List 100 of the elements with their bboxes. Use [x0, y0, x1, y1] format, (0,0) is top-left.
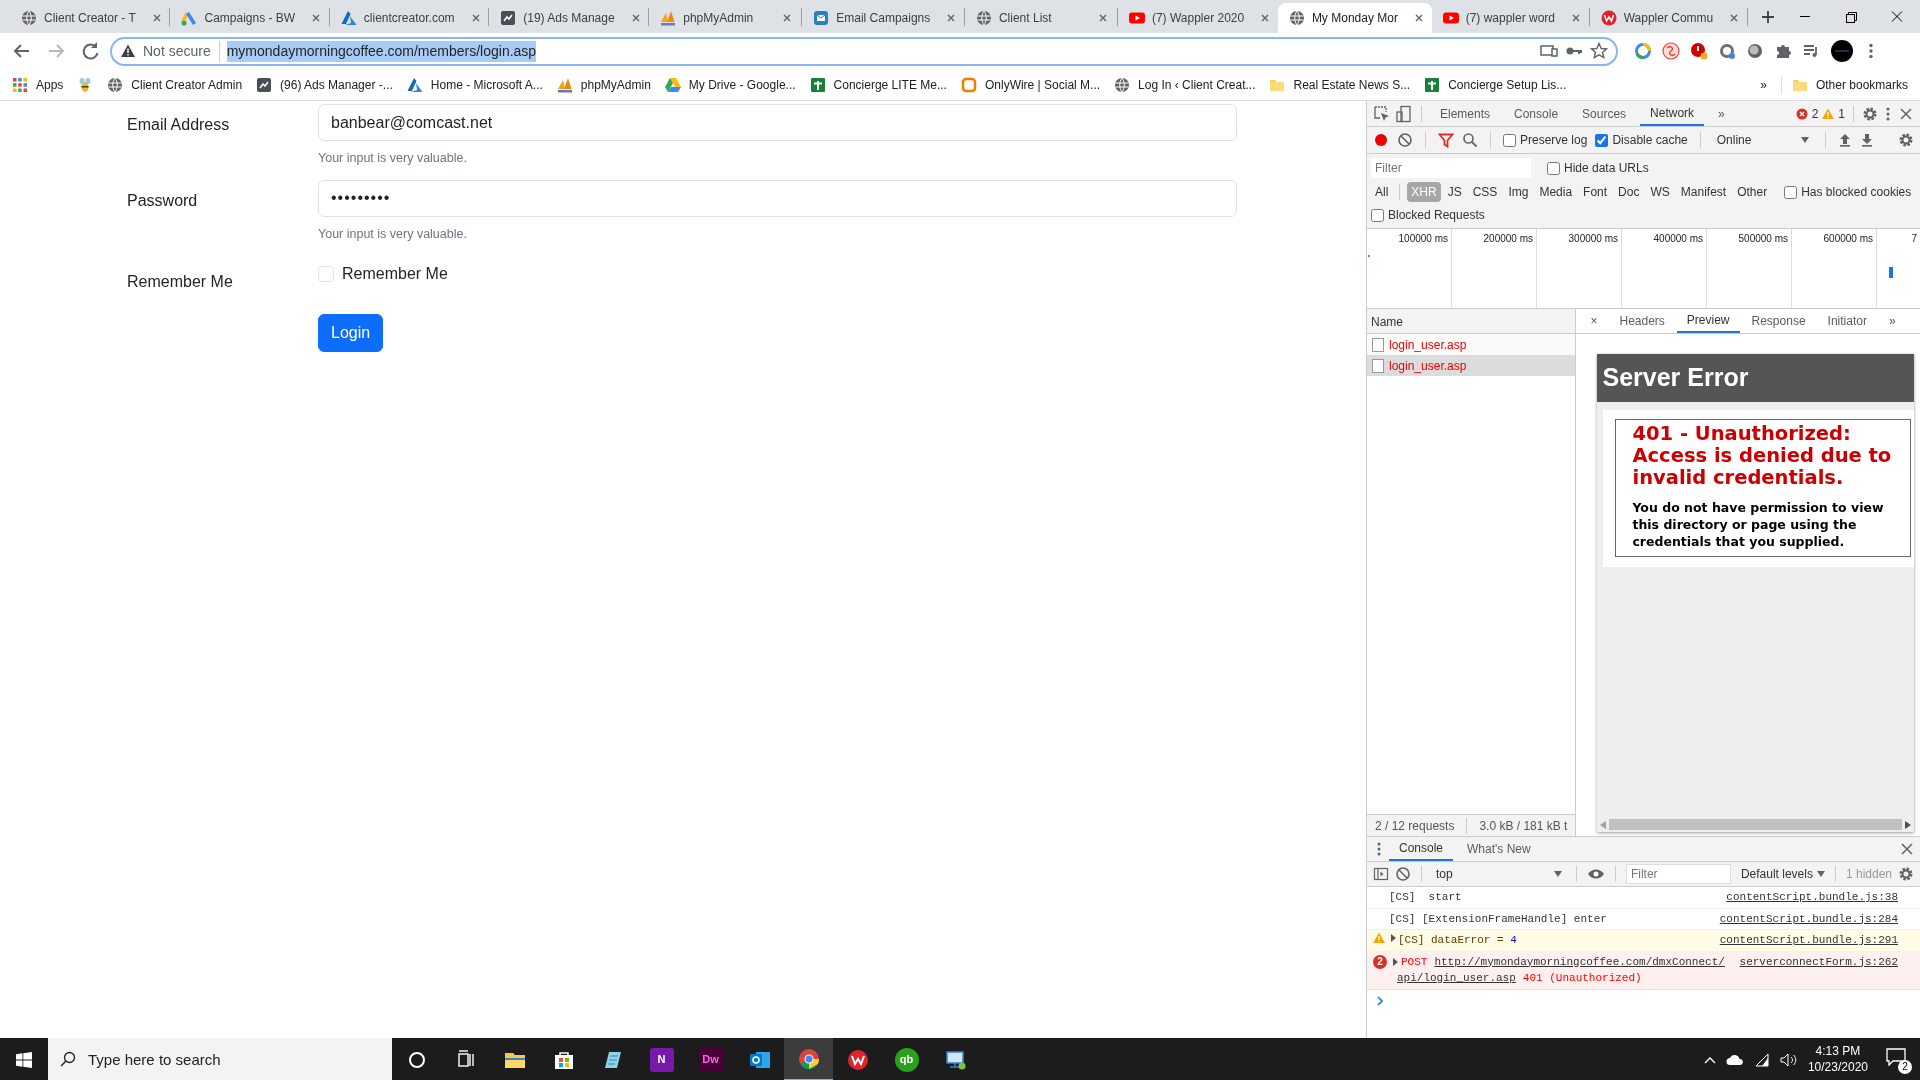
bookmark[interactable]: OnlyWire | Social M...: [960, 75, 1101, 94]
clock-time[interactable]: 4:13 PM: [1807, 1043, 1868, 1060]
scroll-right-icon[interactable]: [1905, 820, 1911, 829]
notification-button[interactable]: 2: [1886, 1047, 1910, 1072]
source-link[interactable]: contentScript.bundle.js:38: [1726, 889, 1898, 906]
more-bookmarks-button[interactable]: »: [1760, 75, 1767, 94]
detail-tab[interactable]: Initiator: [1817, 309, 1877, 333]
browser-tab[interactable]: (19) Ads Manage: [489, 3, 649, 33]
wifi-icon[interactable]: [1753, 1052, 1770, 1067]
bookmark[interactable]: Log In ‹ Client Creat...: [1114, 75, 1256, 94]
browser-tab[interactable]: (7) wappler word: [1431, 3, 1589, 33]
download-icon[interactable]: [1859, 132, 1874, 148]
input-field[interactable]: banbear@comcast.net: [318, 104, 1237, 141]
filter-type-button[interactable]: WS: [1646, 182, 1674, 202]
request-row[interactable]: login_user.asp: [1367, 334, 1576, 355]
filter-type-button[interactable]: All: [1371, 182, 1393, 202]
checkbox[interactable]: [1784, 185, 1798, 199]
settings-icon[interactable]: [1862, 105, 1878, 122]
filter-field[interactable]: Filter: [1625, 864, 1731, 884]
filter-icon[interactable]: [1438, 132, 1454, 148]
filter-type-button[interactable]: Manifest: [1676, 182, 1731, 202]
taskbar-app[interactable]: [784, 1038, 833, 1080]
filter-type-button[interactable]: CSS: [1468, 182, 1502, 202]
browser-tab[interactable]: My Monday Mor: [1277, 3, 1432, 33]
bookmark-folder[interactable]: Other bookmarks: [1780, 75, 1908, 94]
cast-icon[interactable]: [1540, 43, 1558, 59]
puzzle-icon[interactable]: [1774, 42, 1792, 60]
browser-tab[interactable]: Campaigns - BW: [170, 3, 329, 33]
bookmark[interactable]: Apps: [12, 75, 64, 94]
checkbox[interactable]: [1503, 133, 1516, 147]
source-link[interactable]: contentScript.bundle.js:291: [1719, 932, 1898, 949]
bookmark[interactable]: Real Estate News S...: [1269, 75, 1411, 94]
device-icon[interactable]: [1395, 104, 1413, 123]
speaker-icon[interactable]: [1779, 1052, 1798, 1067]
close-button[interactable]: ×: [1580, 309, 1608, 333]
checkbox-label[interactable]: Preserve log: [1520, 131, 1588, 149]
filter-type-button[interactable]: Other: [1733, 182, 1772, 202]
panel-tab[interactable]: Network: [1640, 101, 1705, 126]
checkbox[interactable]: [1371, 208, 1384, 222]
bookmark[interactable]: Home - Microsoft A...: [406, 75, 543, 94]
checkbox-label[interactable]: Hide data URLs: [1564, 159, 1649, 177]
checkbox[interactable]: [1547, 161, 1560, 175]
shield-icon[interactable]: [1690, 42, 1708, 60]
close-icon[interactable]: [1900, 842, 1914, 856]
taskbar-app[interactable]: Dw: [686, 1038, 735, 1080]
filter-type-button[interactable]: JS: [1443, 182, 1466, 202]
filter-type-button[interactable]: Doc: [1614, 182, 1644, 202]
error-count[interactable]: 2: [1811, 104, 1819, 123]
close-icon[interactable]: [1570, 12, 1582, 24]
source-link[interactable]: serverconnectForm.js:262: [1739, 953, 1898, 970]
bookmark[interactable]: Concierge LITE Me...: [809, 75, 947, 94]
throttling-dropdown[interactable]: Online: [1712, 131, 1813, 149]
expand-triangle-icon[interactable]: [1391, 934, 1396, 942]
checkbox-label[interactable]: Blocked Requests: [1388, 206, 1485, 224]
bookmark[interactable]: Client Creator Admin: [107, 75, 243, 94]
star-icon[interactable]: [1590, 42, 1608, 60]
upload-icon[interactable]: [1837, 132, 1852, 148]
cloud-icon[interactable]: [1725, 1053, 1744, 1066]
settings-icon[interactable]: [1898, 866, 1914, 882]
detail-tab[interactable]: Response: [1741, 309, 1816, 333]
browser-tab[interactable]: Email Campaigns: [802, 3, 964, 33]
browser-tab[interactable]: clientcreator.com: [329, 3, 489, 33]
taskbar-app[interactable]: N: [637, 1038, 686, 1080]
browser-tab[interactable]: Wappler Commu: [1589, 3, 1747, 33]
prompt-icon[interactable]: [1377, 995, 1385, 1006]
playlist-icon[interactable]: [1802, 42, 1820, 60]
more-tabs-button[interactable]: »: [1878, 309, 1906, 333]
avatar-icon[interactable]: [1830, 39, 1854, 63]
checkbox[interactable]: [318, 265, 334, 282]
eye-icon[interactable]: [1586, 868, 1605, 880]
context-dropdown[interactable]: top: [1432, 865, 1566, 883]
column-header[interactable]: Name: [1367, 309, 1576, 334]
detail-tab[interactable]: Preview: [1676, 309, 1740, 333]
detail-tab[interactable]: Headers: [1609, 309, 1675, 333]
drawer-tab[interactable]: What's New: [1457, 837, 1541, 861]
browser-tab[interactable]: phpMyAdmin: [649, 3, 802, 33]
warning-count[interactable]: 1: [1838, 104, 1845, 123]
record-icon[interactable]: [1373, 132, 1389, 148]
clock-date[interactable]: 10/23/2020: [1807, 1059, 1868, 1076]
panel-tab[interactable]: Sources: [1572, 101, 1637, 126]
checkbox-label[interactable]: Disable cache: [1612, 131, 1688, 149]
circle-icon[interactable]: [1718, 42, 1736, 60]
chevron-up-icon[interactable]: [1703, 1055, 1716, 1064]
panel-tab[interactable]: Console: [1504, 101, 1569, 126]
close-icon[interactable]: [1898, 105, 1914, 122]
url-link[interactable]: http://mymondaymorningcoffee.com/dmxConnect/: [1434, 953, 1725, 970]
filter-type-button[interactable]: Font: [1579, 182, 1612, 202]
checkbox[interactable]: [1595, 133, 1609, 147]
circle-icon[interactable]: [1746, 42, 1764, 60]
panel-tab[interactable]: Elements: [1430, 101, 1501, 126]
login-button[interactable]: Login: [318, 313, 384, 352]
input-field[interactable]: •••••••••: [318, 179, 1237, 217]
filter-type-button[interactable]: Img: [1504, 182, 1533, 202]
search-field[interactable]: Type here to search: [48, 1038, 392, 1080]
source-link[interactable]: contentScript.bundle.js:284: [1719, 910, 1898, 927]
bookmark[interactable]: Concierge Setup Lis...: [1424, 75, 1567, 94]
clear-icon[interactable]: [1395, 866, 1411, 882]
bookmark[interactable]: phpMyAdmin: [556, 75, 651, 94]
swirl-icon[interactable]: [1662, 42, 1680, 60]
more-tabs-button[interactable]: »: [1708, 101, 1735, 126]
